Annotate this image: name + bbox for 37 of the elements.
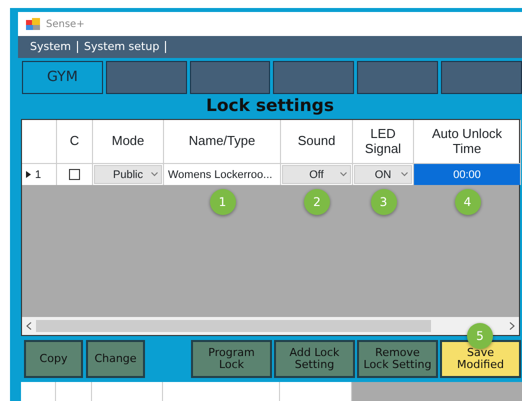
menu-item[interactable]: System bbox=[30, 39, 72, 56]
callout-marker: 3 bbox=[370, 189, 396, 216]
column-header: Mode bbox=[93, 120, 164, 164]
tab[interactable] bbox=[106, 61, 187, 94]
checkbox[interactable] bbox=[69, 169, 80, 180]
window-title: Sense+ bbox=[46, 18, 85, 32]
menu-item[interactable]: System setup bbox=[84, 39, 160, 56]
column-header: Name/Type bbox=[164, 120, 281, 164]
row-number: 1 bbox=[35, 168, 42, 183]
action-button[interactable]: Remove Lock Setting bbox=[357, 340, 438, 378]
dropdown[interactable]: Public bbox=[94, 165, 162, 184]
column-header: Sound bbox=[281, 120, 353, 164]
action-button[interactable]: Add Lock Setting bbox=[274, 340, 355, 378]
action-button[interactable]: Program Lock bbox=[191, 340, 272, 378]
scroll-left-icon[interactable] bbox=[26, 322, 32, 330]
tab[interactable] bbox=[190, 61, 270, 94]
column-header: LED Signal bbox=[353, 120, 414, 164]
caret-icon bbox=[401, 172, 408, 178]
tab[interactable] bbox=[357, 61, 438, 94]
tab[interactable] bbox=[273, 61, 354, 94]
table-cell[interactable]: 00:00 bbox=[414, 163, 521, 186]
tab[interactable]: GYM bbox=[22, 61, 103, 94]
caret-icon bbox=[340, 172, 347, 178]
callout-marker: 2 bbox=[304, 189, 330, 216]
action-button[interactable]: Copy bbox=[24, 340, 83, 378]
caret-icon bbox=[151, 172, 158, 178]
action-button[interactable]: Change bbox=[86, 340, 145, 378]
dropdown[interactable]: Off bbox=[282, 165, 351, 184]
action-button[interactable]: Save Modified bbox=[440, 340, 521, 378]
section-title: Lock settings bbox=[205, 95, 335, 118]
callout-marker: 4 bbox=[454, 189, 480, 216]
table-cell[interactable]: Womens Lockerroo... bbox=[164, 163, 281, 186]
app-icon bbox=[26, 18, 40, 30]
scroll-right-icon[interactable] bbox=[509, 322, 515, 330]
column-header: C bbox=[57, 120, 93, 164]
dropdown[interactable]: ON bbox=[354, 165, 412, 184]
callout-marker: 1 bbox=[210, 189, 236, 216]
